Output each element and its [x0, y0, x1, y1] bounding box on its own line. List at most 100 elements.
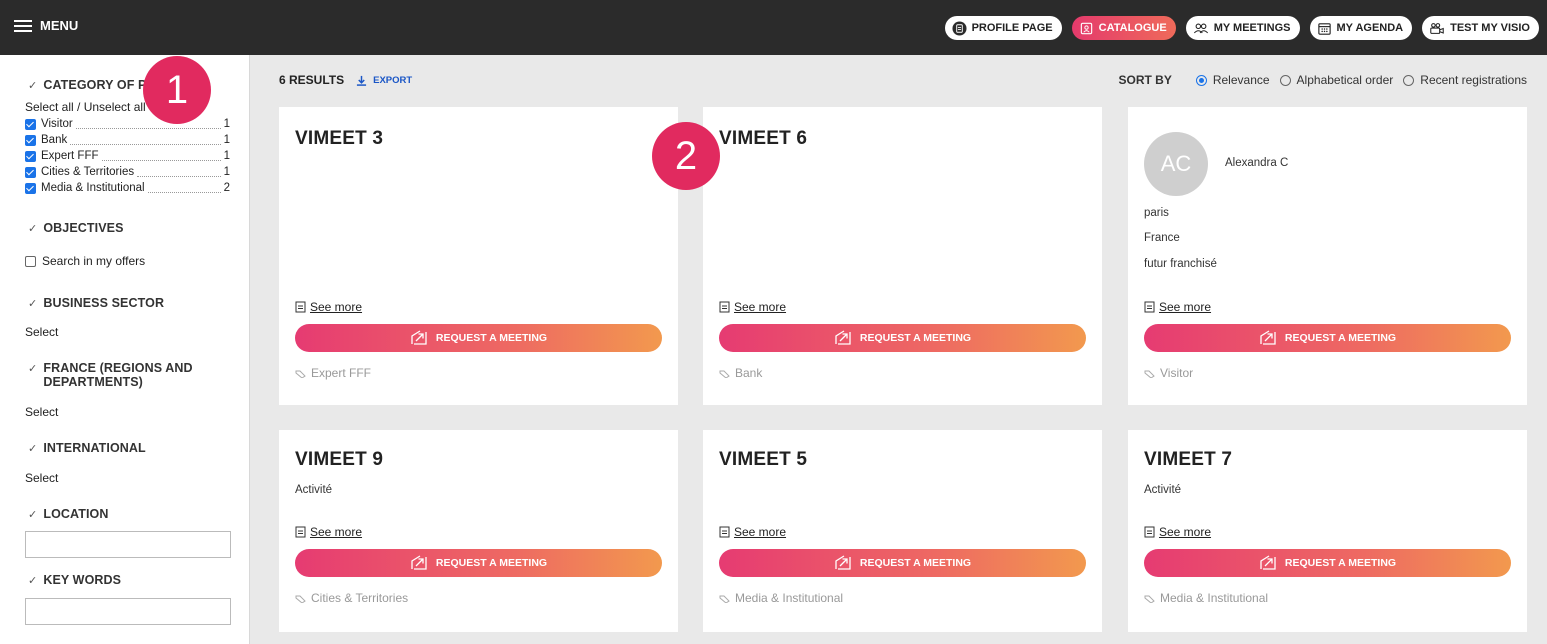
external-arrow-icon: [835, 555, 851, 570]
nav-test-my-visio[interactable]: TEST MY VISIO: [1422, 16, 1539, 40]
card-activity: Activité: [295, 484, 333, 496]
tag-icon: [719, 370, 730, 378]
see-more-link[interactable]: See more: [1144, 300, 1211, 314]
see-more-link[interactable]: See more: [295, 300, 362, 314]
request-meeting-button[interactable]: REQUEST A MEETING: [295, 549, 662, 577]
nav-catalogue[interactable]: CATALOGUE: [1071, 16, 1176, 40]
participant-card: VIMEET 6 See more REQUEST A MEETING Bank: [703, 107, 1102, 405]
category-checkbox-media[interactable]: Media & Institutional 2: [25, 181, 230, 195]
card-title: VIMEET 7: [1144, 449, 1233, 470]
external-arrow-icon: [1260, 555, 1276, 570]
radio-selected-icon: [1195, 74, 1207, 86]
category-checkbox-cities[interactable]: Cities & Territories 1: [25, 165, 230, 179]
category-tag: Bank: [719, 366, 762, 380]
business-sector-select[interactable]: Select: [25, 325, 58, 339]
checkbox-checked-icon: [25, 150, 36, 162]
filter-sidebar: ✓ CATEGORY OF PAR Select all / Unselect a…: [0, 55, 250, 644]
hamburger-icon: [14, 19, 32, 33]
participant-city: paris: [1144, 207, 1169, 219]
checkbox-icon: [25, 255, 36, 267]
see-more-link[interactable]: See more: [295, 525, 362, 539]
external-arrow-icon: [411, 330, 427, 345]
participant-card: VIMEET 3 See more REQUEST A MEETING Expe…: [279, 107, 678, 405]
filter-business-header[interactable]: ✓ BUSINESS SECTOR: [28, 296, 164, 310]
category-tag: Cities & Territories: [295, 591, 408, 605]
chevron-down-icon: ✓: [28, 80, 38, 92]
filter-keywords-header[interactable]: ✓ KEY WORDS: [28, 573, 121, 587]
search-offers-checkbox[interactable]: Search in my offers: [25, 254, 145, 268]
international-select[interactable]: Select: [25, 471, 58, 485]
see-more-link[interactable]: See more: [719, 525, 786, 539]
request-meeting-button[interactable]: REQUEST A MEETING: [719, 324, 1086, 352]
chevron-down-icon: ✓: [28, 298, 38, 310]
sort-alphabetical-radio[interactable]: Alphabetical order: [1279, 73, 1393, 87]
checkbox-checked-icon: [25, 118, 36, 130]
document-icon: [1144, 526, 1155, 538]
participant-country: France: [1144, 232, 1180, 244]
export-link[interactable]: EXPORT: [356, 75, 412, 86]
radio-icon: [1403, 74, 1415, 86]
catalogue-icon: [1080, 22, 1092, 34]
request-meeting-button[interactable]: REQUEST A MEETING: [1144, 324, 1511, 352]
france-select[interactable]: Select: [25, 405, 58, 419]
category-checkbox-visitor[interactable]: Visitor 1: [25, 117, 230, 131]
category-tag: Expert FFF: [295, 366, 371, 380]
top-bar: MENU PROFILE PAGE CATALOGUE MY MEETINGS …: [0, 0, 1547, 55]
document-icon: [1144, 301, 1155, 313]
checkbox-checked-icon: [25, 182, 36, 194]
sort-relevance-radio[interactable]: Relevance: [1195, 73, 1270, 87]
chevron-down-icon: ✓: [28, 223, 38, 235]
nav-profile-page[interactable]: PROFILE PAGE: [944, 16, 1062, 40]
category-tag: Media & Institutional: [719, 591, 843, 605]
see-more-link[interactable]: See more: [1144, 525, 1211, 539]
document-icon: [719, 301, 730, 313]
tag-icon: [295, 595, 306, 603]
filter-objectives-header[interactable]: ✓ OBJECTIVES: [28, 221, 124, 235]
keywords-input[interactable]: [25, 598, 231, 625]
see-more-link[interactable]: See more: [719, 300, 786, 314]
filter-international-header[interactable]: ✓ INTERNATIONAL: [28, 441, 146, 455]
nav-my-agenda[interactable]: MY AGENDA: [1309, 16, 1413, 40]
request-meeting-button[interactable]: REQUEST A MEETING: [719, 549, 1086, 577]
card-title: VIMEET 3: [295, 128, 384, 149]
category-checkbox-expert[interactable]: Expert FFF 1: [25, 149, 230, 163]
external-arrow-icon: [411, 555, 427, 570]
radio-icon: [1279, 74, 1291, 86]
calendar-icon: [1317, 22, 1331, 35]
document-icon: [952, 20, 967, 36]
menu-button[interactable]: MENU: [14, 18, 78, 33]
card-title: VIMEET 5: [719, 449, 808, 470]
category-checkbox-bank[interactable]: Bank 1: [25, 133, 230, 147]
checkbox-checked-icon: [25, 166, 36, 178]
people-icon: [1193, 23, 1208, 33]
results-header: 6 RESULTS EXPORT: [279, 73, 412, 87]
step-badge-2: 2: [652, 122, 720, 190]
menu-label: MENU: [40, 18, 79, 33]
participant-card: VIMEET 9 Activité See more REQUEST A MEE…: [279, 430, 678, 632]
checkbox-checked-icon: [25, 134, 36, 146]
request-meeting-button[interactable]: REQUEST A MEETING: [1144, 549, 1511, 577]
participant-status: futur franchisé: [1144, 258, 1217, 270]
filter-france-header[interactable]: ✓ FRANCE (REGIONS AND DEPARTMENTS): [28, 361, 193, 389]
filter-location-header[interactable]: ✓ LOCATION: [28, 507, 108, 521]
chevron-down-icon: ✓: [28, 363, 38, 375]
main-nav: PROFILE PAGE CATALOGUE MY MEETINGS MY AG…: [944, 16, 1539, 40]
document-icon: [295, 301, 306, 313]
tag-icon: [1144, 370, 1155, 378]
step-badge-1: 1: [143, 56, 211, 124]
download-icon: [357, 75, 367, 86]
card-activity: Activité: [1144, 484, 1182, 496]
document-icon: [295, 526, 306, 538]
nav-my-meetings[interactable]: MY MEETINGS: [1185, 16, 1300, 40]
location-input[interactable]: [25, 531, 231, 558]
request-meeting-button[interactable]: REQUEST A MEETING: [295, 324, 662, 352]
participant-card: AC Alexandra C paris France futur franch…: [1128, 107, 1527, 405]
participant-card: VIMEET 5 See more REQUEST A MEETING Medi…: [703, 430, 1102, 632]
sort-label: SORT BY: [1118, 73, 1172, 87]
sort-recent-radio[interactable]: Recent registrations: [1403, 73, 1527, 87]
card-title: VIMEET 6: [719, 128, 808, 149]
video-icon: [1430, 22, 1444, 34]
select-all-toggle[interactable]: Select all / Unselect all: [25, 100, 146, 114]
tag-icon: [1144, 595, 1155, 603]
category-tag: Media & Institutional: [1144, 591, 1268, 605]
